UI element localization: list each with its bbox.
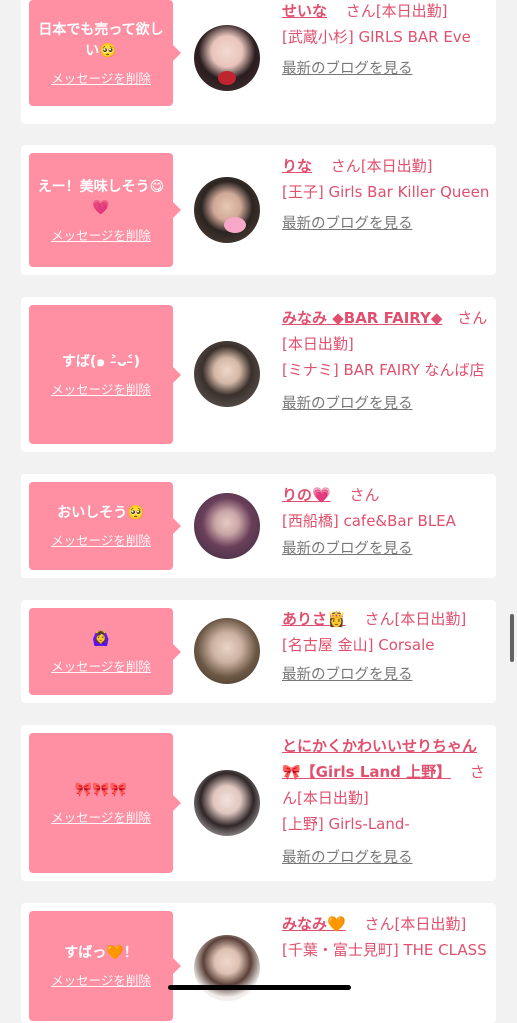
delete-message-link[interactable]: メッセージを削除 <box>51 656 151 675</box>
message-text: 日本でも売って欲しい🥺 <box>38 21 164 59</box>
latest-blog-link[interactable]: 最新のブログを見る <box>282 536 490 562</box>
shop-text: [西船橋] cafe&Bar BLEA <box>282 512 456 530</box>
san-suffix: さん <box>345 2 376 20</box>
shop-text: [ミナミ] BAR FAIRY なんば店 <box>282 361 485 379</box>
user-name-link[interactable]: とにかくかわいいせりちゃん🎀【Girls Land 上野】 <box>282 737 477 781</box>
message-text: すばっ🧡！ <box>64 945 138 961</box>
message-card: おいしそう🥺 メッセージを削除 りの💗 さん [西船橋] cafe&Bar BL… <box>21 474 496 578</box>
status-text: [本日出勤] <box>375 2 448 20</box>
user-info: とにかくかわいいせりちゃん🎀【Girls Land 上野】 さん[本日出勤] [… <box>282 733 490 871</box>
message-bubble: えー！美味しそう😋💗 メッセージを削除 <box>29 153 181 267</box>
san-suffix: さん <box>364 915 395 933</box>
user-name-link[interactable]: ありさ👸 <box>282 610 346 628</box>
message-card: 🎀🎀🎀 メッセージを削除 とにかくかわいいせりちゃん🎀【Girls Land 上… <box>21 725 496 881</box>
avatar-heart-icon <box>224 217 246 233</box>
avatar[interactable] <box>194 25 260 91</box>
user-info: せいな さん[本日出勤] [武蔵小杉] GIRLS BAR Eve 最新のブログ… <box>282 0 490 82</box>
message-text: 🎀🎀🎀 <box>74 782 128 798</box>
message-card: すば(๑ ˃̵ᴗ˂̵) メッセージを削除 みなみ ◆BAR FAIRY◆ さん [… <box>21 297 496 452</box>
home-indicator[interactable] <box>168 985 351 990</box>
latest-blog-link[interactable]: 最新のブログを見る <box>282 845 490 871</box>
delete-message-link[interactable]: メッセージを削除 <box>51 379 151 398</box>
status-text: [本日出勤] <box>394 915 467 933</box>
shop-text: [王子] Girls Bar Killer Queen <box>282 183 490 201</box>
san-suffix: さん <box>330 157 361 175</box>
delete-message-link[interactable]: メッセージを削除 <box>51 970 151 989</box>
message-bubble: すばっ🧡！ メッセージを削除 <box>29 911 181 1021</box>
avatar[interactable] <box>194 618 260 684</box>
avatar[interactable] <box>194 770 260 836</box>
shop-text: [武蔵小杉] GIRLS BAR Eve <box>282 28 471 46</box>
avatar[interactable] <box>194 341 260 407</box>
message-bubble: 🙆‍♀️ メッセージを削除 <box>29 608 181 695</box>
message-text: おいしそう🥺 <box>57 505 145 521</box>
latest-blog-link[interactable]: 最新のブログを見る <box>282 211 490 237</box>
san-suffix: さん <box>457 309 488 327</box>
user-name-link[interactable]: せいな <box>282 2 327 20</box>
status-text: [本日出勤] <box>282 335 354 353</box>
user-name-link[interactable]: みなみ🧡 <box>282 915 346 933</box>
avatar-heart-icon <box>218 71 236 85</box>
message-bubble: おいしそう🥺 メッセージを削除 <box>29 482 181 570</box>
latest-blog-link[interactable]: 最新のブログを見る <box>282 56 490 82</box>
status-text: [本日出勤] <box>297 789 369 807</box>
user-name-link[interactable]: りな <box>282 157 312 175</box>
avatar[interactable] <box>194 177 260 243</box>
san-suffix: さん <box>364 610 395 628</box>
message-card: 🙆‍♀️ メッセージを削除 ありさ👸 さん[本日出勤] [名古屋 金山] Cor… <box>21 600 496 703</box>
message-bubble: 🎀🎀🎀 メッセージを削除 <box>29 733 181 873</box>
latest-blog-link[interactable]: 最新のブログを見る <box>282 391 490 417</box>
message-text: 🙆‍♀️ <box>92 630 110 647</box>
user-info: みなみ ◆BAR FAIRY◆ さん [本日出勤] [ミナミ] BAR FAIRY… <box>282 305 490 417</box>
delete-message-link[interactable]: メッセージを削除 <box>51 807 151 826</box>
message-bubble: 日本でも売って欲しい🥺 メッセージを削除 <box>29 0 181 106</box>
scrollbar[interactable] <box>510 614 514 662</box>
message-text: すば(๑ ˃̵ᴗ˂̵) <box>61 353 141 370</box>
shop-text: [名古屋 金山] Corsale <box>282 636 435 654</box>
delete-message-link[interactable]: メッセージを削除 <box>51 68 151 87</box>
message-bubble: すば(๑ ˃̵ᴗ˂̵) メッセージを削除 <box>29 305 181 444</box>
message-text: えー！美味しそう😋💗 <box>37 178 165 216</box>
status-text: [本日出勤] <box>394 610 467 628</box>
san-suffix: さん <box>349 486 380 504</box>
avatar[interactable] <box>194 935 260 1001</box>
user-name-link[interactable]: りの💗 <box>282 486 331 504</box>
user-info: ありさ👸 さん[本日出勤] [名古屋 金山] Corsale 最新のブログを見る <box>282 606 490 688</box>
status-text: [本日出勤] <box>360 157 433 175</box>
delete-message-link[interactable]: メッセージを削除 <box>51 530 151 549</box>
latest-blog-link[interactable]: 最新のブログを見る <box>282 662 490 688</box>
user-name-link[interactable]: みなみ ◆BAR FAIRY◆ <box>282 309 442 327</box>
delete-message-link[interactable]: メッセージを削除 <box>51 225 151 244</box>
message-card: えー！美味しそう😋💗 メッセージを削除 りな さん[本日出勤] [王子] Gir… <box>21 145 496 275</box>
user-info: りの💗 さん [西船橋] cafe&Bar BLEA 最新のブログを見る <box>282 482 490 562</box>
user-info: みなみ🧡 さん[本日出勤] [千葉・富士見町] THE CLASS <box>282 911 490 963</box>
message-card: 日本でも売って欲しい🥺 メッセージを削除 せいな さん[本日出勤] [武蔵小杉]… <box>21 0 496 124</box>
shop-text: [上野] Girls-Land- <box>282 815 410 833</box>
user-info: りな さん[本日出勤] [王子] Girls Bar Killer Queen … <box>282 153 490 237</box>
message-card: すばっ🧡！ メッセージを削除 みなみ🧡 さん[本日出勤] [千葉・富士見町] T… <box>21 903 496 1023</box>
avatar[interactable] <box>194 493 260 559</box>
shop-text: [千葉・富士見町] THE CLASS <box>282 941 487 959</box>
